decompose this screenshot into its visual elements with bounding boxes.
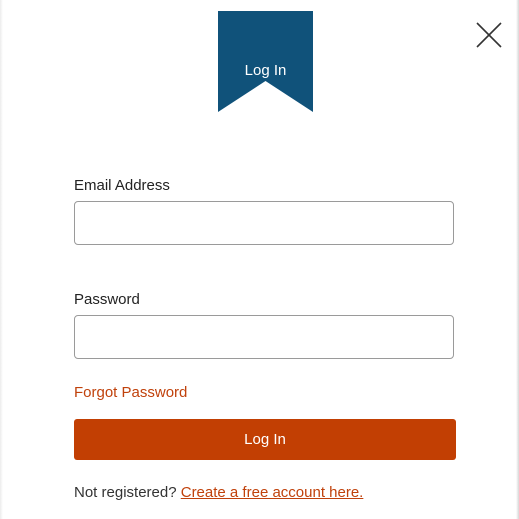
register-prompt-text: Not registered? <box>74 484 177 501</box>
password-label: Password <box>74 291 140 308</box>
login-modal: Log In Email Address Password Forgot Pas… <box>0 0 519 519</box>
email-field[interactable] <box>74 201 454 245</box>
banner-title: Log In <box>244 62 287 79</box>
email-label: Email Address <box>74 177 170 194</box>
create-account-link[interactable]: Create a free account here. <box>181 484 364 501</box>
forgot-password-link[interactable]: Forgot Password <box>74 384 187 402</box>
login-button[interactable]: Log In <box>74 419 456 460</box>
close-button[interactable] <box>474 20 504 50</box>
close-icon[interactable] <box>474 20 504 50</box>
modal-left-edge <box>0 0 3 519</box>
password-field[interactable] <box>74 315 454 359</box>
login-banner: Log In <box>218 11 313 112</box>
register-prompt: Not registered? Create a free account he… <box>74 484 363 502</box>
